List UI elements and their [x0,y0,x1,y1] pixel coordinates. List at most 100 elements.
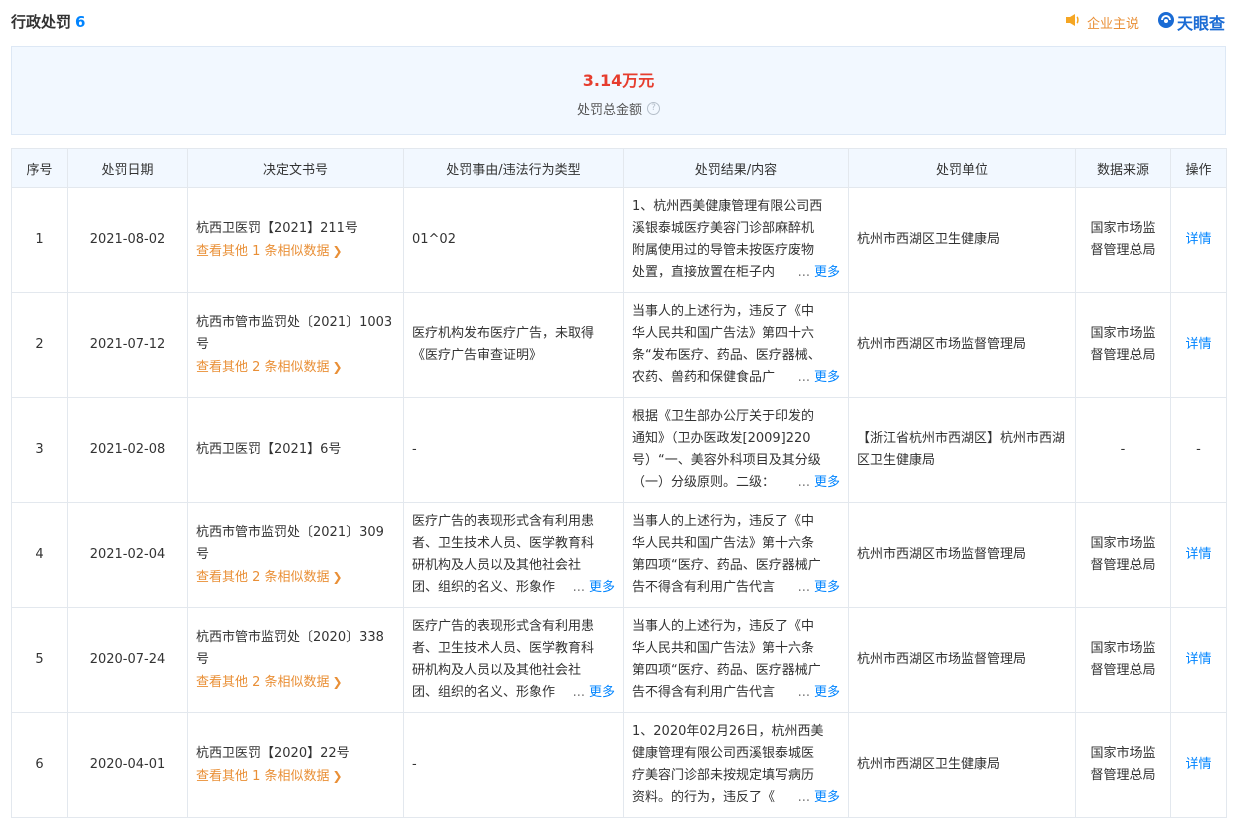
row-source: 国家市场监督管理总局 [1075,292,1171,398]
row-reason-last-line: 团、组织的名义、形象作... 更多 [412,577,615,599]
row-reason-line: 01^02 [412,232,456,247]
row-reason-line: 医疗广告的表现形式含有利用患 [412,619,595,634]
row-source: 国家市场监督管理总局 [1075,187,1171,293]
row-result-last-line: 告不得含有利用广告代言... 更多 [632,577,840,599]
row-result-line: 溪银泰城医疗美容门诊部麻醉机 [632,221,815,236]
row-result-line: 第四项“医疗、药品、医疗器械广 [632,663,821,678]
row-reason-line: 研机构及人员以及其他社会社 [412,663,582,678]
col-header-unit: 处罚单位 [848,148,1076,188]
similar-data-link[interactable]: 查看其他 2 条相似数据 ❯ [196,356,395,379]
row-result: 1、2020年02月26日，杭州西美 健康管理有限公司西溪银泰城医 疗美容门诊部未按… [623,712,849,818]
row-result-line: 1、杭州西美健康管理有限公司西 [632,199,823,214]
row-action-cell: 详情 [1170,187,1227,293]
more-link[interactable]: 更多 [589,577,615,599]
row-result: 当事人的上述行为，违反了《中 华人民共和国广告法》第十六条 第四项“医疗、药品、医疗… [623,607,849,713]
row-action-cell: 详情 [1170,607,1227,713]
similar-data-link[interactable]: 查看其他 2 条相似数据 ❯ [196,566,395,589]
row-result-line: 当事人的上述行为，违反了《中 [632,514,815,529]
row-index: 3 [11,397,68,503]
more-link[interactable]: 更多 [814,472,840,494]
row-result-truncated: 告不得含有利用广告代言 [632,685,776,700]
row-index: 5 [11,607,68,713]
row-doc-no: 杭西卫医罚【2021】211号 [196,220,358,236]
similar-data-link[interactable]: 查看其他 2 条相似数据 ❯ [196,671,395,694]
total-amount-label-row: 处罚总金额 ? [12,99,1225,118]
row-action-cell: 详情 [1170,292,1227,398]
ellipsis: ... [797,580,810,595]
row-reason-line: 研机构及人员以及其他社会社 [412,558,582,573]
row-result: 当事人的上述行为，违反了《中 华人民共和国广告法》第十六条 第四项“医疗、药品、医疗… [623,502,849,608]
row-result-truncated: （一）分级原则。二级： [632,475,776,490]
similar-data-label: 查看其他 2 条相似数据 [196,569,330,585]
row-source: 国家市场监督管理总局 [1075,712,1171,818]
detail-link[interactable]: 详情 [1185,757,1211,772]
row-doc-no: 杭西卫医罚【2020】22号 [196,745,350,761]
row-reason: - [403,397,624,503]
row-result-line: 条“发布医疗、药品、医疗器械、 [632,348,821,363]
detail-link[interactable]: 详情 [1185,232,1211,247]
more-link[interactable]: 更多 [814,787,840,809]
detail-link[interactable]: 详情 [1185,547,1211,562]
more-link[interactable]: 更多 [814,682,840,704]
row-result-last-line: 农药、兽药和保健食品广... 更多 [632,367,840,389]
row-result-line: 号）“一、美容外科项目及其分级 [632,453,821,468]
row-result-line: 华人民共和国广告法》第十六条 [632,641,815,656]
speaker-icon [1065,13,1081,31]
more-link[interactable]: 更多 [814,367,840,389]
penalty-table: 序号 处罚日期 决定文书号 处罚事由/违法行为类型 处罚结果/内容 处罚单位 数… [11,148,1227,818]
row-result-line: 第四项“医疗、药品、医疗器械广 [632,558,821,573]
row-doc-cell: 杭西市管市监罚处〔2020〕338号 查看其他 2 条相似数据 ❯ [187,607,404,713]
similar-data-link[interactable]: 查看其他 1 条相似数据 ❯ [196,240,395,263]
row-unit: 杭州市西湖区市场监督管理局 [848,292,1076,398]
ellipsis: ... [572,685,585,700]
row-date: 2021-07-12 [67,292,188,398]
ellipsis: ... [797,475,810,490]
section-header: 行政处罚 6 企业主说 天眼查 [0,0,1237,44]
row-doc-cell: 杭西卫医罚【2021】6号 [187,397,404,503]
row-reason: - [403,712,624,818]
similar-data-link[interactable]: 查看其他 1 条相似数据 ❯ [196,765,395,788]
similar-data-label: 查看其他 1 条相似数据 [196,768,330,784]
ellipsis: ... [797,370,810,385]
row-result-line: 当事人的上述行为，违反了《中 [632,304,815,319]
detail-link[interactable]: 详情 [1185,652,1211,667]
row-unit: 杭州市西湖区卫生健康局 [848,712,1076,818]
row-index: 4 [11,502,68,608]
row-action-cell: - [1170,397,1227,503]
table-row: 3 2021-02-08 杭西卫医罚【2021】6号 - 根据《卫生部办公厅关于印发的通… [11,397,1227,503]
record-count: 6 [75,13,86,31]
row-unit: 杭州市西湖区市场监督管理局 [848,502,1076,608]
company-says-link[interactable]: 企业主说 [1065,13,1139,32]
action-empty: - [1196,442,1201,457]
row-result-last-line: （一）分级原则。二级：... 更多 [632,472,840,494]
col-header-doc-no: 决定文书号 [187,148,404,188]
more-link[interactable]: 更多 [589,682,615,704]
row-reason-last-line: 团、组织的名义、形象作... 更多 [412,682,615,704]
col-header-result: 处罚结果/内容 [623,148,849,188]
row-result: 当事人的上述行为，违反了《中 华人民共和国广告法》第四十六 条“发布医疗、药品、医疗… [623,292,849,398]
row-unit: 杭州市西湖区市场监督管理局 [848,607,1076,713]
row-result-line: 华人民共和国广告法》第十六条 [632,536,815,551]
total-amount-label: 处罚总金额 [576,103,642,118]
more-link[interactable]: 更多 [814,262,840,284]
table-row: 2 2021-07-12 杭西市管市监罚处〔2021〕1003号 查看其他 2 条相似… [11,292,1227,398]
detail-link[interactable]: 详情 [1185,337,1211,352]
row-reason-line: 者、卫生技术人员、医学教育科 [412,536,595,551]
tianyancha-logo: 天眼查 [1157,10,1225,34]
help-icon[interactable]: ? [647,102,660,115]
ellipsis: ... [797,790,810,805]
chevron-right-icon: ❯ [332,359,343,374]
more-link[interactable]: 更多 [814,577,840,599]
ellipsis: ... [797,685,810,700]
row-doc-no: 杭西卫医罚【2021】6号 [196,442,342,457]
table-row: 1 2021-08-02 杭西卫医罚【2021】211号 查看其他 1 条相似数据 ❯ 0… [11,187,1227,293]
row-date: 2021-02-08 [67,397,188,503]
row-index: 1 [11,187,68,293]
col-header-index: 序号 [11,148,68,188]
row-index: 2 [11,292,68,398]
row-reason-truncated: 团、组织的名义、形象作 [412,685,556,700]
row-doc-cell: 杭西市管市监罚处〔2021〕309号 查看其他 2 条相似数据 ❯ [187,502,404,608]
row-doc-cell: 杭西卫医罚【2020】22号查看其他 1 条相似数据 ❯ [187,712,404,818]
row-unit: 【浙江省杭州市西湖区】杭州市西湖区卫生健康局 [848,397,1076,503]
row-date: 2020-04-01 [67,712,188,818]
